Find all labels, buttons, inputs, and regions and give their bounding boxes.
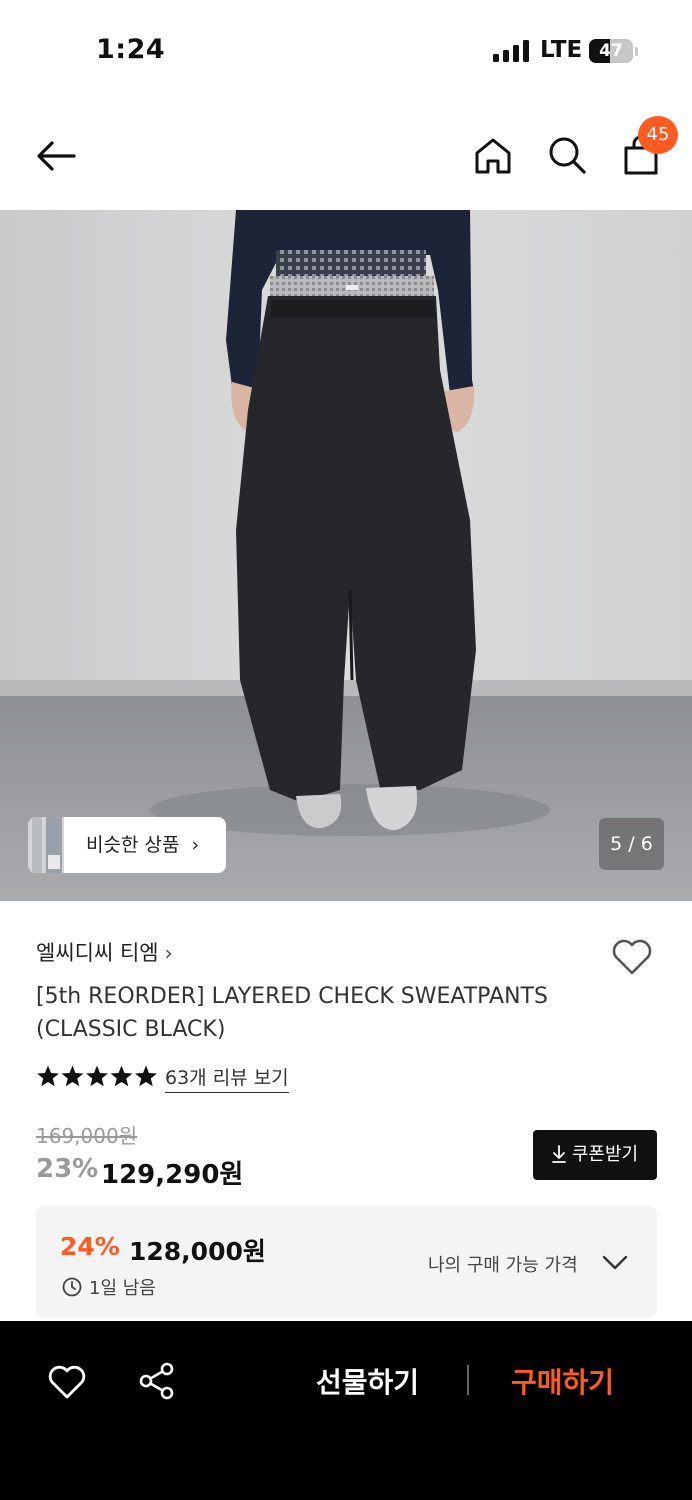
similar-products-label: 비슷한 상품 › [86,834,200,856]
coupon-button[interactable]: 쿠폰받기 [533,1130,657,1180]
time-remaining: 1일 남음 [89,1278,156,1299]
top-navigation: 45 [0,100,692,210]
cart-count-badge: 45 [638,116,678,154]
buy-button[interactable]: 구매하기 [511,1361,614,1401]
my-best-price-box[interactable]: 24% 128,000원 1일 남음 나의 구매 가능 가격 [36,1206,657,1318]
product-title: [5th REORDER] LAYERED CHECK SWEATPANTS (… [36,984,548,1042]
status-time: 1:24 [96,34,166,65]
similar-products-thumbnail [28,817,64,873]
best-discount-rate: 24% [60,1232,120,1261]
download-icon [551,1145,566,1163]
sale-price: 129,290원 [101,1160,244,1190]
battery-level: 47 [599,41,623,61]
star-icon [110,1065,133,1087]
original-price: 169,000원 [36,1124,138,1148]
brand-name: 엘씨디씨 티엠 [36,941,159,965]
product-image-gallery[interactable]: 비슷한 상품 › 5 / 6 [0,210,692,901]
chevron-right-icon: › [191,834,200,856]
chevron-right-icon: › [164,941,173,965]
back-arrow-icon[interactable] [34,136,78,176]
brand-link[interactable]: 엘씨디씨 티엠 › [36,937,173,967]
gift-button[interactable]: 선물하기 [316,1361,419,1401]
star-icon [86,1065,108,1087]
rating-stars [37,1065,157,1087]
best-price: 128,000원 [129,1237,266,1266]
status-bar: 1:24 LTE 47 [0,0,692,100]
bottom-action-bar: 선물하기 구매하기 [0,1321,692,1500]
wishlist-heart-icon[interactable] [610,937,654,977]
clock-icon [62,1277,82,1297]
home-icon[interactable] [472,136,514,176]
battery-tip [635,47,638,56]
search-icon[interactable] [546,134,588,176]
my-price-label: 나의 구매 가능 가격 [428,1255,578,1276]
battery-icon: 47 [589,39,633,63]
star-icon [61,1065,84,1087]
network-type: LTE [540,37,583,63]
similar-products-button[interactable]: 비슷한 상품 › [28,817,226,873]
star-icon [135,1065,157,1087]
share-icon[interactable] [138,1362,176,1400]
coupon-label: 쿠폰받기 [571,1144,639,1165]
heart-icon[interactable] [47,1364,87,1400]
star-icon [37,1065,59,1087]
discount-rate: 23% [36,1154,99,1184]
product-photo [0,210,692,901]
review-link[interactable]: 63개 리뷰 보기 [165,1063,289,1093]
chevron-down-icon[interactable] [602,1254,628,1272]
signal-icon [493,40,529,62]
divider [467,1365,469,1395]
image-page-indicator: 5 / 6 [599,818,664,870]
